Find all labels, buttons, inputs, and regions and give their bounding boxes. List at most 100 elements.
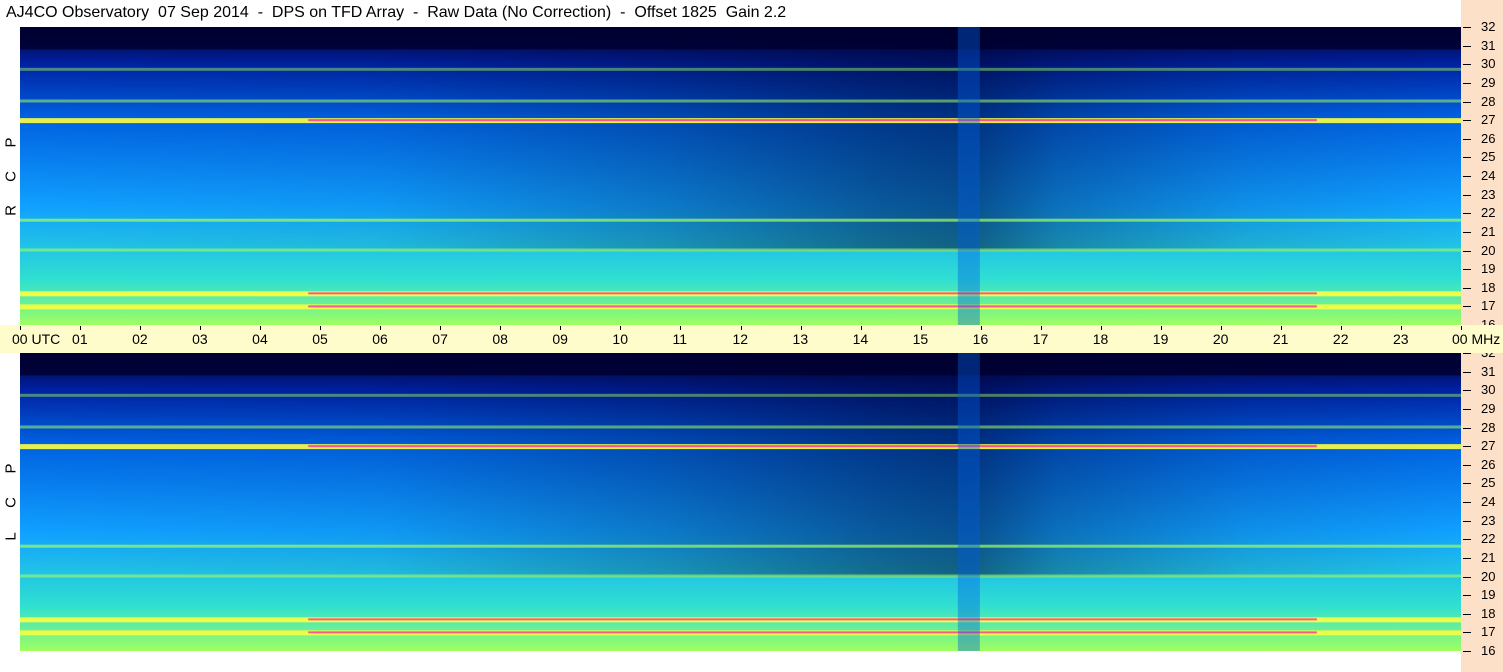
freq-tick-bottom-21 — [1463, 557, 1471, 559]
time-tick-14 — [860, 326, 862, 330]
freq-label-bottom-19: 19 — [1481, 587, 1496, 603]
freq-label-bottom-20: 20 — [1481, 568, 1496, 584]
lcp-band-core-6 — [308, 631, 1317, 634]
rcp-band-3 — [20, 218, 1461, 222]
freq-tick-bottom-19 — [1463, 595, 1471, 597]
time-tick-6 — [380, 326, 382, 330]
rcp-top-dark — [20, 27, 1461, 50]
time-label-12: 12 — [732, 331, 749, 347]
freq-label-bottom-18: 18 — [1481, 605, 1496, 621]
time-label-18: 18 — [1092, 331, 1109, 347]
time-label-19: 19 — [1152, 331, 1169, 347]
freq-tick-bottom-22 — [1463, 539, 1471, 541]
freq-label-bottom-26: 26 — [1481, 456, 1496, 472]
freq-tick-bottom-20 — [1463, 576, 1471, 578]
freq-label-bottom-30: 30 — [1481, 382, 1496, 398]
freq-label-top-31: 31 — [1481, 37, 1496, 53]
time-label-23: 23 — [1392, 331, 1409, 347]
time-tick-16 — [980, 326, 982, 330]
time-tick-11 — [680, 326, 682, 330]
time-tick-12 — [740, 326, 742, 330]
freq-tick-top-23 — [1463, 194, 1471, 196]
lcp-band-2 — [20, 393, 1461, 397]
freq-label-top-32: 32 — [1481, 19, 1496, 34]
time-label-15: 15 — [912, 331, 929, 347]
lcp-band-core-5 — [308, 618, 1317, 621]
time-tick-7 — [440, 326, 442, 330]
time-label-0: 00 UTC — [12, 331, 61, 347]
freq-label-top-30: 30 — [1481, 56, 1496, 72]
time-tick-5 — [320, 326, 322, 330]
freq-tick-top-18 — [1463, 287, 1471, 289]
time-label-2: 02 — [132, 331, 148, 347]
time-tick-4 — [260, 326, 262, 330]
rcp-band-core-5 — [308, 292, 1317, 295]
freq-tick-top-26 — [1463, 138, 1471, 140]
rcp-letter-p: P — [2, 137, 20, 148]
freq-tick-bottom-27 — [1463, 446, 1471, 448]
time-tick-13 — [800, 326, 802, 330]
freq-tick-top-19 — [1463, 269, 1471, 271]
time-label-3: 03 — [192, 331, 208, 347]
freq-tick-top-28 — [1463, 101, 1471, 103]
lcp-night-shading — [20, 353, 1461, 577]
freq-label-top-17: 17 — [1481, 298, 1496, 314]
freq-tick-bottom-30 — [1463, 390, 1471, 392]
chart-title: AJ4CO Observatory 07 Sep 2014 - DPS on T… — [6, 4, 787, 21]
freq-tick-top-29 — [1463, 82, 1471, 84]
rcp-band-2 — [20, 67, 1461, 71]
time-tick-1 — [80, 326, 82, 330]
freq-tick-top-25 — [1463, 157, 1471, 159]
lcp-spectrogram — [20, 353, 1461, 651]
freq-tick-bottom-18 — [1463, 613, 1471, 615]
rcp-band-1 — [20, 99, 1461, 103]
freq-label-bottom-25: 25 — [1481, 475, 1496, 491]
time-label-22: 22 — [1332, 331, 1349, 347]
rcp-band-core-0 — [308, 119, 1317, 122]
freq-label-top-22: 22 — [1481, 205, 1496, 221]
freq-label-top-18: 18 — [1481, 279, 1496, 295]
freq-label-top-26: 26 — [1481, 130, 1496, 146]
lcp-band-3 — [20, 544, 1461, 548]
freq-tick-top-21 — [1463, 231, 1471, 233]
freq-tick-top-20 — [1463, 250, 1471, 252]
time-tick-3 — [200, 326, 202, 330]
time-label-11: 11 — [672, 331, 687, 347]
freq-label-bottom-17: 17 — [1481, 624, 1496, 640]
freq-label-top-29: 29 — [1481, 74, 1496, 90]
freq-label-bottom-22: 22 — [1481, 531, 1496, 547]
time-label-24: 00 MHz — [1452, 331, 1501, 347]
freq-label-top-23: 23 — [1481, 186, 1496, 202]
freq-tick-bottom-32 — [1463, 353, 1471, 354]
time-label-5: 05 — [312, 331, 328, 347]
time-tick-17 — [1040, 326, 1042, 330]
freq-tick-top-27 — [1463, 120, 1471, 122]
freq-tick-bottom-26 — [1463, 464, 1471, 466]
freq-tick-top-30 — [1463, 64, 1471, 66]
time-tick-0 — [20, 326, 21, 330]
freq-label-bottom-27: 27 — [1481, 438, 1496, 454]
time-label-14: 14 — [852, 331, 869, 347]
time-tick-10 — [620, 326, 622, 330]
time-label-1: 01 — [72, 331, 88, 347]
freq-tick-bottom-16 — [1463, 651, 1471, 652]
time-label-20: 20 — [1212, 331, 1229, 347]
lcp-dropout — [957, 353, 980, 651]
rcp-spectrogram — [20, 27, 1461, 325]
freq-label-bottom-24: 24 — [1481, 494, 1496, 509]
rcp-band-4 — [20, 248, 1461, 252]
rcp-band-core-6 — [308, 305, 1317, 308]
freq-tick-bottom-17 — [1463, 632, 1471, 634]
rcp-letter-r: R — [2, 205, 20, 216]
freq-tick-top-22 — [1463, 213, 1471, 215]
freq-tick-bottom-28 — [1463, 427, 1471, 429]
lcp-band-core-0 — [308, 445, 1317, 448]
time-tick-2 — [140, 326, 142, 330]
time-label-10: 10 — [612, 331, 628, 347]
time-tick-19 — [1160, 326, 1162, 330]
time-tick-24 — [1461, 326, 1462, 330]
freq-label-bottom-23: 23 — [1481, 512, 1496, 528]
freq-label-top-24: 24 — [1481, 168, 1496, 183]
freq-label-top-25: 25 — [1481, 149, 1496, 165]
freq-label-bottom-31: 31 — [1481, 363, 1496, 379]
